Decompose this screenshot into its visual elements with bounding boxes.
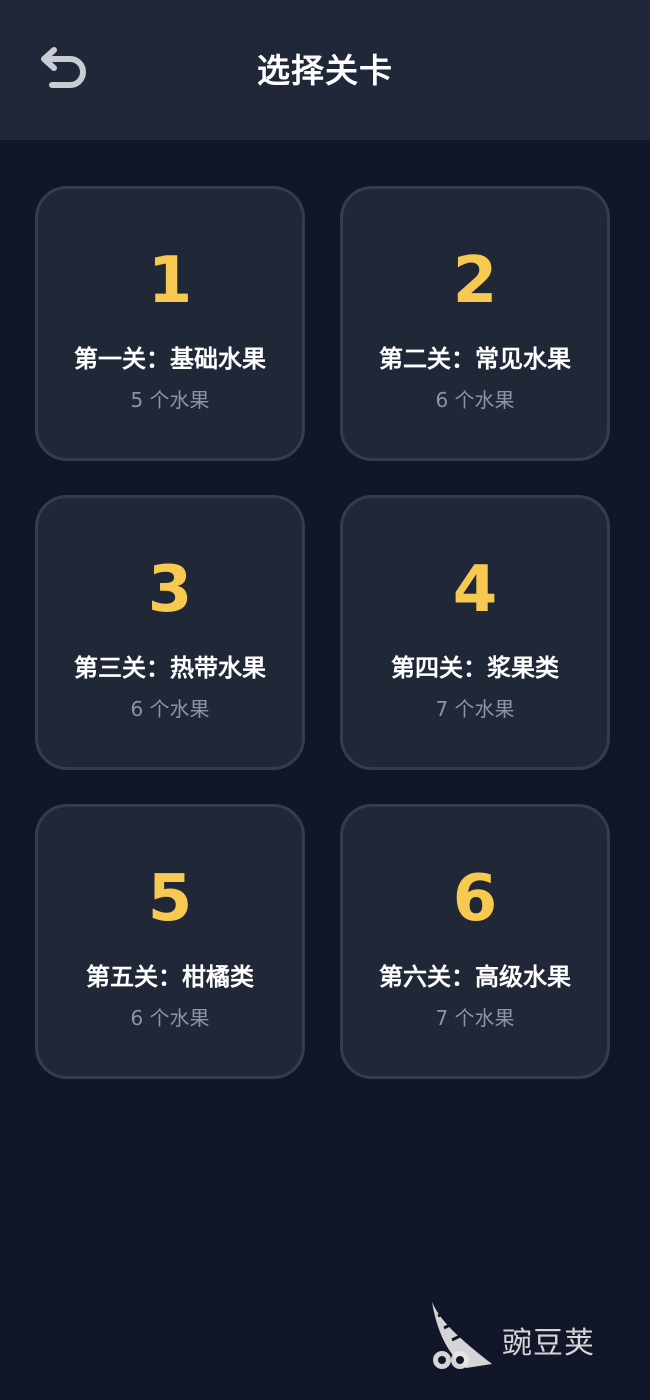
fruit-count: 5 个水果 xyxy=(130,388,210,412)
level-name: 第四关：浆果类 xyxy=(391,654,559,682)
level-card-2[interactable]: 2 第二关：常见水果 6 个水果 xyxy=(340,186,610,461)
level-number: 3 xyxy=(147,553,193,627)
page-title: 选择关卡 xyxy=(257,51,393,90)
level-number: 1 xyxy=(147,244,193,318)
fruit-count: 6 个水果 xyxy=(130,1006,210,1030)
fruit-count: 7 个水果 xyxy=(435,1006,515,1030)
level-card-3[interactable]: 3 第三关：热带水果 6 个水果 xyxy=(35,495,305,770)
wandoujia-logo-icon xyxy=(432,1302,492,1369)
fruit-count: 7 个水果 xyxy=(435,697,515,721)
level-name: 第三关：热带水果 xyxy=(74,654,266,682)
level-number: 6 xyxy=(452,862,498,936)
watermark: 豌豆荚 xyxy=(426,1298,626,1374)
level-name: 第二关：常见水果 xyxy=(379,345,571,373)
level-name: 第一关：基础水果 xyxy=(74,345,266,373)
level-number: 5 xyxy=(147,862,193,936)
top-bar: 选择关卡 xyxy=(0,0,650,140)
level-card-5[interactable]: 5 第五关：柑橘类 6 个水果 xyxy=(35,804,305,1079)
fruit-count: 6 个水果 xyxy=(435,388,515,412)
level-number: 4 xyxy=(452,553,498,627)
level-card-4[interactable]: 4 第四关：浆果类 7 个水果 xyxy=(340,495,610,770)
level-name: 第六关：高级水果 xyxy=(379,963,571,991)
watermark-text: 豌豆荚 xyxy=(502,1326,595,1361)
level-card-6[interactable]: 6 第六关：高级水果 7 个水果 xyxy=(340,804,610,1079)
fruit-count: 6 个水果 xyxy=(130,697,210,721)
level-card-1[interactable]: 1 第一关：基础水果 5 个水果 xyxy=(35,186,305,461)
level-number: 2 xyxy=(452,244,498,318)
level-name: 第五关：柑橘类 xyxy=(86,963,254,991)
